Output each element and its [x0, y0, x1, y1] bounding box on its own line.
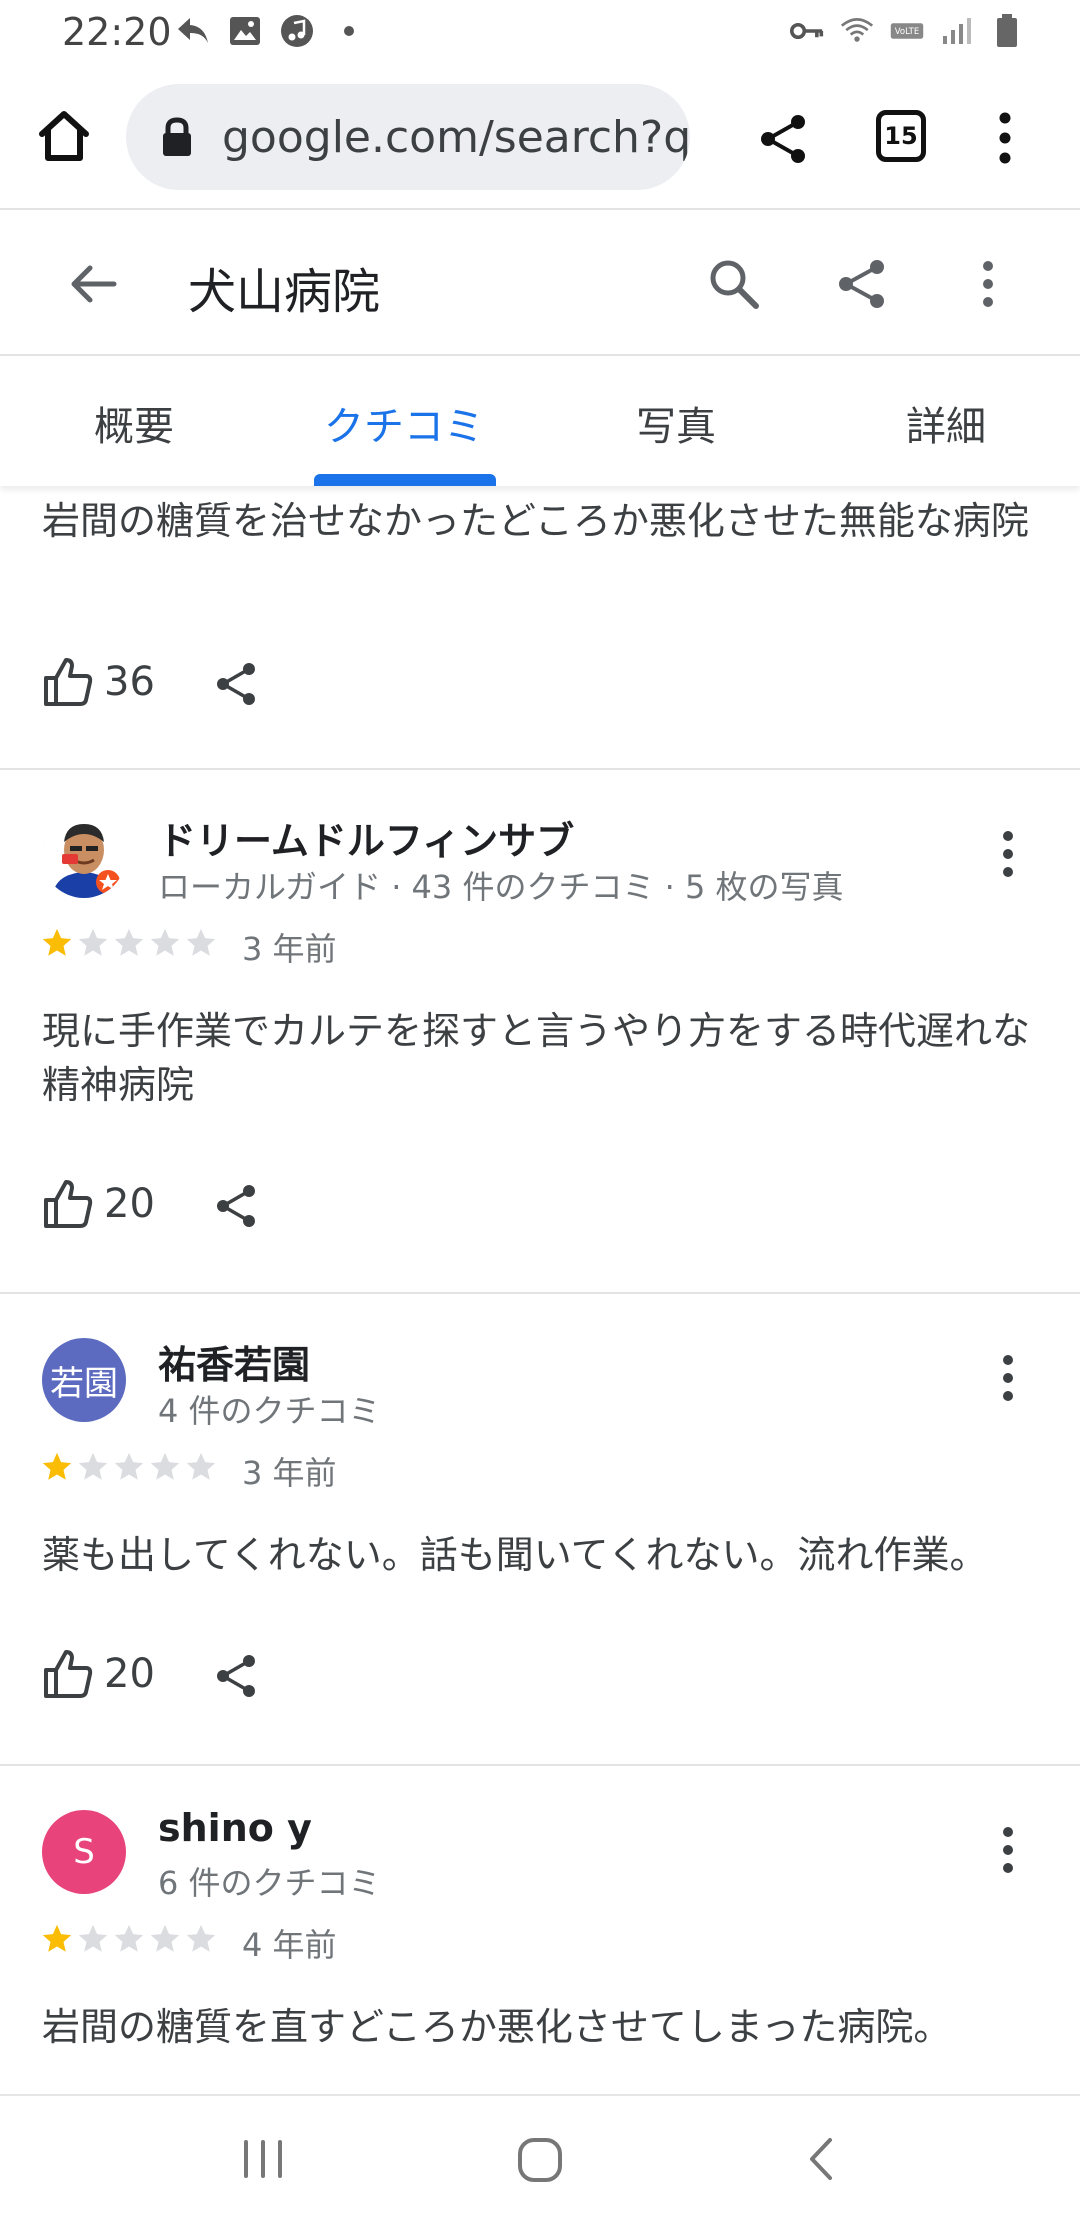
reviewer-meta: 4 件のクチコミ	[158, 1392, 381, 1430]
star-empty-icon	[150, 928, 180, 956]
home-nav-icon[interactable]	[512, 2132, 568, 2188]
review-menu-icon[interactable]	[996, 826, 1020, 882]
status-notification-icons	[176, 14, 366, 48]
thumbs-up-icon	[44, 1180, 93, 1228]
review-menu-icon[interactable]	[996, 1350, 1020, 1406]
place-title: 犬山病院	[188, 264, 381, 320]
reviewer-name[interactable]: shino y	[158, 1806, 312, 1850]
wifi-icon	[840, 14, 874, 48]
review-text: 岩間の糖質を直すどころか悪化させてしまった病院。	[42, 2005, 952, 2049]
like-button[interactable]: 36	[42, 656, 155, 708]
review-text: 岩間の糖質を治せなかったどころか悪化させた無能な病院	[42, 499, 1029, 543]
star-empty-icon	[186, 1452, 216, 1480]
vpn-key-icon	[790, 14, 824, 48]
tab-switcher-button[interactable]: 15	[876, 110, 926, 162]
avatar[interactable]: 若園	[42, 1338, 126, 1422]
review-time: 3 年前	[242, 930, 337, 968]
review-text: 薬も出してくれない。話も聞いてくれない。流れ作業。	[42, 1533, 988, 1577]
share-icon[interactable]	[756, 112, 810, 166]
battery-icon	[990, 14, 1024, 48]
star-empty-icon	[150, 1452, 180, 1480]
music-icon	[280, 14, 314, 48]
star-empty-icon	[186, 1924, 216, 1952]
place-header: 犬山病院	[0, 212, 1080, 356]
image-icon	[228, 14, 262, 48]
status-bar: 22:20 VoLTE	[0, 0, 1080, 68]
address-bar[interactable]: google.com/search?q	[126, 84, 690, 190]
review-item: 岩間の糖質を治せなかったどころか悪化させた無能な病院 36	[0, 486, 1080, 770]
star-rating	[40, 1450, 218, 1484]
star-filled-icon	[42, 1452, 72, 1480]
review-share-icon[interactable]	[212, 1182, 260, 1230]
search-icon[interactable]	[706, 256, 762, 312]
star-filled-icon	[42, 1924, 72, 1952]
thumbs-up-icon	[44, 658, 93, 706]
reviewer-meta: ローカルガイド · 43 件のクチコミ · 5 枚の写真	[158, 868, 844, 906]
review-item: ドリームドルフィンサブ ローカルガイド · 43 件のクチコミ · 5 枚の写真…	[0, 772, 1080, 1294]
back-nav-icon[interactable]	[800, 2134, 840, 2184]
avatar[interactable]: S	[42, 1810, 126, 1894]
like-count: 20	[104, 1181, 155, 1227]
avatar[interactable]	[42, 814, 126, 898]
system-nav-bar	[0, 2094, 1080, 2220]
like-count: 36	[104, 659, 155, 705]
star-empty-icon	[78, 1924, 108, 1952]
thumbs-up-icon	[44, 1650, 93, 1698]
star-empty-icon	[186, 928, 216, 956]
status-time: 22:20	[62, 10, 172, 54]
tab-bar: 概要 クチコミ 写真 詳細	[0, 358, 1080, 486]
like-button[interactable]: 20	[42, 1648, 155, 1700]
review-share-icon[interactable]	[212, 660, 260, 708]
star-empty-icon	[78, 1452, 108, 1480]
review-item: S shino y 6 件のクチコミ 4 年前 岩間の糖質を直すどころか悪化させ…	[0, 1768, 1080, 2094]
review-menu-icon[interactable]	[996, 1822, 1020, 1878]
dot-icon	[332, 14, 366, 48]
star-rating	[40, 926, 218, 960]
star-empty-icon	[114, 928, 144, 956]
back-arrow-icon[interactable]	[66, 256, 122, 312]
reviewer-name[interactable]: 祐香若園	[158, 1334, 310, 1389]
browser-toolbar: google.com/search?q 15	[0, 68, 1080, 210]
star-empty-icon	[114, 1924, 144, 1952]
reviewer-meta: 6 件のクチコミ	[158, 1864, 381, 1902]
tab-overview[interactable]: 概要	[94, 394, 174, 452]
star-empty-icon	[78, 928, 108, 956]
browser-menu-icon[interactable]	[990, 110, 1020, 166]
place-menu-icon[interactable]	[976, 256, 1000, 312]
review-time: 3 年前	[242, 1454, 337, 1492]
signal-icon	[940, 14, 974, 48]
volte-icon: VoLTE	[890, 14, 924, 48]
tab-photos[interactable]: 写真	[636, 394, 716, 452]
reviewer-name[interactable]: ドリームドルフィンサブ	[158, 810, 574, 865]
active-tab-indicator	[314, 474, 496, 486]
home-icon[interactable]	[36, 108, 92, 164]
star-empty-icon	[114, 1452, 144, 1480]
like-button[interactable]: 20	[42, 1178, 155, 1230]
status-system-icons: VoLTE	[790, 14, 1024, 48]
star-filled-icon	[42, 928, 72, 956]
recent-apps-icon[interactable]	[238, 2134, 288, 2184]
tab-details[interactable]: 詳細	[906, 394, 986, 452]
review-share-icon[interactable]	[212, 1652, 260, 1700]
lock-icon	[160, 117, 194, 157]
star-rating	[40, 1922, 218, 1956]
like-count: 20	[104, 1651, 155, 1697]
reply-icon	[176, 14, 210, 48]
reviews-list: 岩間の糖質を治せなかったどころか悪化させた無能な病院 36 ドリームドルフィンサ…	[0, 486, 1080, 2094]
url-text: google.com/search?q	[222, 111, 690, 163]
star-empty-icon	[150, 1924, 180, 1952]
review-text: 現に手作業でカルテを探すと言うやり方をする時代遅れな精神病院	[42, 1009, 1031, 1107]
review-time: 4 年前	[242, 1926, 337, 1964]
place-share-icon[interactable]	[834, 256, 890, 312]
tab-reviews[interactable]: クチコミ	[324, 394, 484, 452]
svg-text:VoLTE: VoLTE	[895, 27, 919, 37]
review-item: 若園 祐香若園 4 件のクチコミ 3 年前 薬も出してくれない。話も聞いてくれな…	[0, 1296, 1080, 1766]
